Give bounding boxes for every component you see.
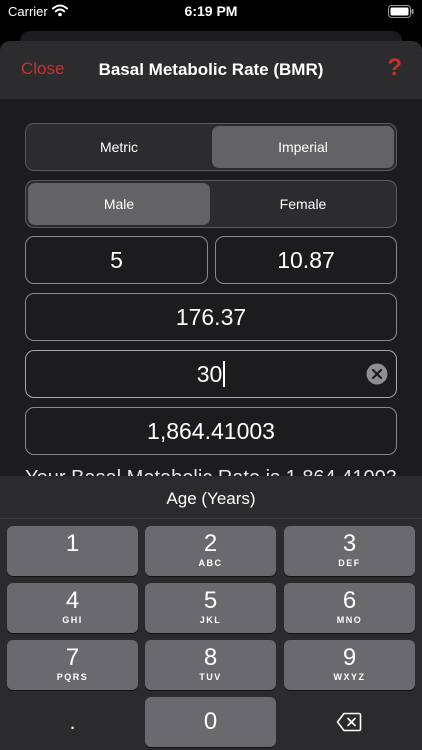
- clear-icon[interactable]: [366, 363, 388, 385]
- screen: Carrier 6:19 PM Close Basal Metabolic Ra…: [0, 0, 422, 750]
- age-value: 30: [196, 361, 223, 387]
- keyboard-divider: [0, 518, 422, 519]
- key-letters: DEF: [338, 558, 361, 568]
- number-keyboard: Age (Years) 1 2 ABC 3 DEF 4 GHI 5 JKL 6 …: [0, 476, 422, 750]
- sex-segmented-control: Male Female: [25, 180, 397, 228]
- key-4[interactable]: 4 GHI: [7, 583, 138, 633]
- key-digit: 2: [203, 530, 218, 557]
- key-6[interactable]: 6 MNO: [284, 583, 415, 633]
- key-0[interactable]: 0: [145, 697, 276, 747]
- key-9[interactable]: 9 WXYZ: [284, 640, 415, 690]
- key-2[interactable]: 2 ABC: [145, 526, 276, 576]
- key-digit: 9: [342, 644, 357, 671]
- segment-metric[interactable]: Metric: [28, 126, 210, 168]
- key-5[interactable]: 5 JKL: [145, 583, 276, 633]
- units-segmented-control: Metric Imperial: [25, 123, 397, 171]
- height-feet-field[interactable]: 5: [25, 236, 208, 284]
- key-letters: JKL: [199, 615, 222, 625]
- height-inches-value: 10.87: [277, 247, 335, 273]
- key-digit: 8: [203, 644, 218, 671]
- page-title: Basal Metabolic Rate (BMR): [98, 60, 324, 79]
- key-digit: 1: [65, 530, 80, 557]
- segment-imperial[interactable]: Imperial: [212, 126, 394, 168]
- help-button[interactable]: ?: [387, 54, 402, 82]
- key-letters: GHI: [62, 615, 83, 625]
- segment-female[interactable]: Female: [212, 183, 394, 225]
- key-digit: 7: [65, 644, 80, 671]
- weight-field[interactable]: 176.37: [25, 293, 397, 341]
- key-1[interactable]: 1: [7, 526, 138, 576]
- segment-male[interactable]: Male: [28, 183, 210, 225]
- height-inches-field[interactable]: 10.87: [215, 236, 397, 284]
- key-digit: 3: [342, 530, 357, 557]
- height-feet-value: 5: [110, 247, 123, 273]
- key-letters: MNO: [336, 615, 363, 625]
- text-cursor: [223, 360, 226, 387]
- bmr-result-field[interactable]: 1,864.41003: [25, 407, 397, 455]
- weight-value: 176.37: [175, 304, 247, 330]
- key-digit: 5: [203, 587, 218, 614]
- key-digit: 6: [342, 587, 357, 614]
- age-field[interactable]: 30: [25, 350, 397, 398]
- key-digit: 0: [203, 708, 218, 735]
- status-bar: Carrier 6:19 PM: [0, 0, 422, 24]
- keyboard-title: Age (Years): [166, 489, 256, 508]
- status-time: 6:19 PM: [184, 3, 238, 19]
- key-decimal[interactable]: .: [7, 697, 138, 747]
- backspace-icon: [336, 712, 362, 732]
- battery-icon: [388, 5, 414, 18]
- key-letters: WXYZ: [333, 672, 366, 682]
- nav-bar: Close Basal Metabolic Rate (BMR) ?: [0, 41, 422, 99]
- key-3[interactable]: 3 DEF: [284, 526, 415, 576]
- key-7[interactable]: 7 PQRS: [7, 640, 138, 690]
- key-8[interactable]: 8 TUV: [145, 640, 276, 690]
- key-decimal-label: .: [69, 709, 76, 734]
- key-letters: TUV: [199, 672, 222, 682]
- key-letters: ABC: [198, 558, 223, 568]
- key-backspace[interactable]: [284, 697, 415, 747]
- key-digit: 4: [65, 587, 80, 614]
- key-letters: PQRS: [56, 672, 89, 682]
- bmr-value: 1,864.41003: [147, 418, 275, 444]
